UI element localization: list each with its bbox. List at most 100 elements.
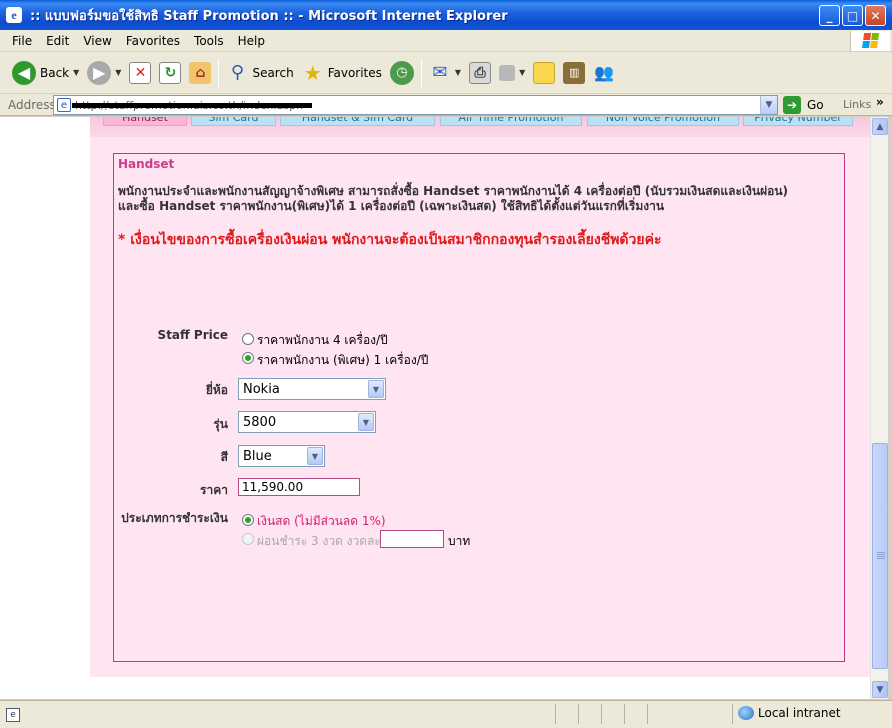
tab-non-voice-promotion[interactable]: Non Voice Promotion xyxy=(587,117,739,126)
maximize-button[interactable]: □ xyxy=(842,5,863,26)
menu-favorites[interactable]: Favorites xyxy=(119,34,187,48)
close-button[interactable]: ✕ xyxy=(865,5,886,26)
menu-bar: File Edit View Favorites Tools Help xyxy=(0,30,892,52)
windows-logo-icon xyxy=(850,31,890,51)
tab-handset-sim-card[interactable]: Handset & Sim Card xyxy=(280,117,435,126)
links-chevron-icon[interactable]: » xyxy=(876,95,884,109)
installment-warning: * เงื่อนไขของการซื้อเครื่องเงินผ่อน พนัก… xyxy=(118,232,662,248)
installment-amount-input[interactable] xyxy=(380,530,444,548)
edit-icon xyxy=(499,64,516,81)
address-label: Address xyxy=(8,97,56,112)
color-select[interactable]: Blue ▼ xyxy=(238,445,325,467)
section-title: Handset xyxy=(118,157,175,171)
page-status-icon: e xyxy=(6,708,20,722)
chevron-down-icon[interactable]: ▼ xyxy=(307,447,323,465)
staff-price-radio-2[interactable] xyxy=(242,352,254,364)
price-label: ราคา xyxy=(200,483,228,497)
note-icon xyxy=(533,61,556,84)
messenger-button[interactable]: 👥 xyxy=(589,56,619,90)
zone-label: Local intranet xyxy=(758,706,841,720)
staff-price-option-1[interactable]: ราคาพนักงาน 4 เครื่อง/ปี xyxy=(257,331,388,350)
payment-cash-label[interactable]: เงินสด (ไม่มีส่วนลด 1%) xyxy=(257,512,386,531)
favorites-button[interactable]: ★ Favorites xyxy=(298,56,386,90)
price-field[interactable]: 11,590.00 xyxy=(238,478,360,496)
model-label: รุ่น xyxy=(213,417,228,431)
scroll-down-icon[interactable]: ▼ xyxy=(872,681,888,698)
tab-air-time-promotion[interactable]: Air Time Promotion xyxy=(440,117,582,126)
tab-sim-card[interactable]: Sim Card xyxy=(191,117,276,126)
payment-installment-radio[interactable] xyxy=(242,533,254,545)
favorites-label: Favorites xyxy=(327,65,382,80)
mail-icon: ✉ xyxy=(432,62,448,83)
toolbar-separator xyxy=(218,58,220,87)
payment-installment-label[interactable]: ผ่อนชำระ 3 งวด งวดละ xyxy=(257,532,381,551)
vertical-scrollbar[interactable]: ▲ ▼ xyxy=(870,117,888,699)
forward-arrow-icon: ▶ xyxy=(87,60,112,85)
title-bar[interactable]: e :: แบบฟอร์มขอใช้สิทธิ Staff Promotion … xyxy=(0,0,892,30)
status-panel xyxy=(555,704,556,724)
search-icon: ⚲ xyxy=(230,62,245,83)
back-button[interactable]: ◀ Back ▼ xyxy=(8,56,83,90)
chevron-down-icon[interactable]: ▼ xyxy=(358,413,374,431)
minimize-button[interactable]: _ xyxy=(819,5,840,26)
color-value: Blue xyxy=(243,448,272,464)
model-select[interactable]: 5800 ▼ xyxy=(238,411,376,433)
forward-dropdown-icon[interactable]: ▼ xyxy=(115,68,121,77)
go-label: Go xyxy=(807,98,824,112)
status-bar: e Local intranet xyxy=(0,700,892,728)
back-label: Back xyxy=(40,65,70,80)
stop-button[interactable]: ✕ xyxy=(125,56,155,90)
search-button[interactable]: ⚲ Search xyxy=(222,56,297,90)
edit-button[interactable]: ▼ xyxy=(495,56,529,90)
print-button[interactable]: ⎙ xyxy=(465,56,495,90)
status-panel xyxy=(732,704,733,724)
description-line-2: และซื้อ Handset ราคาพนักงาน(พิเศษ)ได้ 1 … xyxy=(118,199,665,213)
go-button[interactable]: ➔ Go xyxy=(783,96,824,114)
brand-select[interactable]: Nokia ▼ xyxy=(238,378,386,400)
links-label[interactable]: Links xyxy=(843,98,871,111)
forward-button[interactable]: ▶ ▼ xyxy=(83,56,125,90)
scroll-up-icon[interactable]: ▲ xyxy=(872,118,888,135)
address-dropdown-icon[interactable]: ▼ xyxy=(760,96,777,114)
tab-privacy-number[interactable]: Privacy Number xyxy=(743,117,853,126)
status-panel xyxy=(624,704,625,724)
star-icon: ★ xyxy=(303,60,322,85)
history-icon: ◷ xyxy=(389,60,414,85)
messenger-icon: 👥 xyxy=(594,63,615,82)
ie-icon: e xyxy=(6,7,22,23)
color-label: สี xyxy=(220,450,228,464)
printer-icon: ⎙ xyxy=(469,61,492,84)
discuss-button[interactable] xyxy=(529,56,559,90)
intranet-globe-icon xyxy=(738,706,754,720)
tab-handset[interactable]: Handset xyxy=(103,117,187,126)
staff-price-label: Staff Price xyxy=(157,328,228,342)
mail-dropdown-icon[interactable]: ▼ xyxy=(455,68,461,77)
refresh-button[interactable]: ↻ xyxy=(155,56,185,90)
address-input[interactable]: e http://staffpromotion.ais.co.th/index.… xyxy=(53,95,778,115)
research-button[interactable]: ▥ xyxy=(559,56,589,90)
page-viewport: Handset Sim Card Handset & Sim Card Air … xyxy=(0,117,870,699)
grip-icon xyxy=(877,552,885,560)
menu-file[interactable]: File xyxy=(0,34,39,48)
menu-tools[interactable]: Tools xyxy=(187,34,231,48)
window-title: :: แบบฟอร์มขอใช้สิทธิ Staff Promotion ::… xyxy=(30,8,508,24)
url-redaction xyxy=(72,103,312,108)
edit-dropdown-icon[interactable]: ▼ xyxy=(519,68,525,77)
menu-help[interactable]: Help xyxy=(231,34,272,48)
toolbar: ◀ Back ▼ ▶ ▼ ✕ ↻ ⌂ ⚲ Search ★ Favorites … xyxy=(0,52,892,94)
menu-edit[interactable]: Edit xyxy=(39,34,76,48)
history-button[interactable]: ◷ xyxy=(386,56,418,90)
back-dropdown-icon[interactable]: ▼ xyxy=(73,68,79,77)
home-button[interactable]: ⌂ xyxy=(185,56,215,90)
stop-icon: ✕ xyxy=(129,61,152,84)
status-panel xyxy=(578,704,579,724)
search-label: Search xyxy=(252,65,294,80)
payment-cash-radio[interactable] xyxy=(242,514,254,526)
scroll-thumb[interactable] xyxy=(872,443,888,669)
mail-button[interactable]: ✉ ▼ xyxy=(425,56,465,90)
chevron-down-icon[interactable]: ▼ xyxy=(368,380,384,398)
staff-price-option-2[interactable]: ราคาพนักงาน (พิเศษ) 1 เครื่อง/ปี xyxy=(257,351,428,370)
security-zone[interactable]: Local intranet xyxy=(738,706,841,720)
menu-view[interactable]: View xyxy=(76,34,118,48)
staff-price-radio-1[interactable] xyxy=(242,333,254,345)
